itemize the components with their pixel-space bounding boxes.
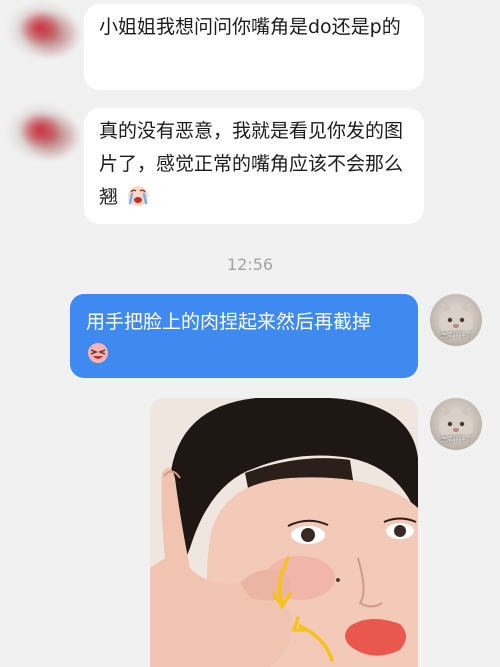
sender-avatar[interactable] — [2, 92, 82, 172]
squinting-face-emoji-icon — [88, 343, 108, 363]
avatar-caption: 生活碎碎了 — [440, 436, 471, 443]
incoming-message-bubble[interactable]: 小姐姐我想问问你嘴角是do还是p的 — [84, 4, 424, 90]
incoming-message-bubble[interactable]: 真的没有恶意，我就是看见你发的图片了，感觉正常的嘴角应该不会那么翘 — [84, 108, 424, 224]
sender-avatar[interactable] — [2, 0, 82, 70]
user-avatar[interactable]: 生活碎碎了 — [430, 398, 482, 450]
user-avatar[interactable]: 生活碎碎了 — [430, 294, 482, 346]
selfie-photo — [150, 398, 418, 667]
avatar-caption: 生活碎碎了 — [440, 332, 471, 339]
photo-message[interactable] — [150, 398, 418, 667]
message-timestamp: 12:56 — [226, 255, 274, 274]
message-text: 小姐姐我想问问你嘴角是do还是p的 — [99, 16, 401, 38]
message-text: 用手把脸上的肉捏起来然后再截掉 — [86, 311, 372, 333]
outgoing-message-bubble[interactable]: 用手把脸上的肉捏起来然后再截掉 — [70, 294, 418, 378]
crying-face-emoji-icon — [128, 186, 149, 206]
